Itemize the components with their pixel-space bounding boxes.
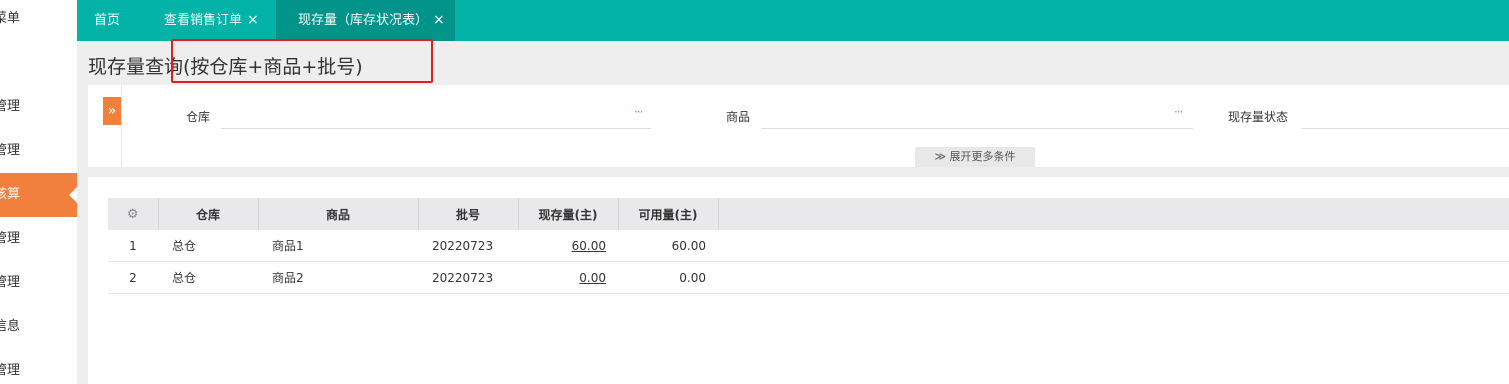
row-index: 2 [108, 261, 158, 294]
cell-product: 商品1 [258, 230, 418, 262]
sidebar-item-accounting[interactable]: 核算 [0, 173, 77, 217]
status-label: 现存量状态 [1228, 110, 1289, 124]
content-panel: ⚙ 仓库 商品 批号 现存量(主) 可用量(主) 1 总仓 商品1 202207… [88, 177, 1509, 384]
expand-more-conditions-button[interactable]: ≫ 展开更多条件 [915, 147, 1035, 167]
column-header[interactable]: 批号 [418, 198, 519, 230]
status-input[interactable] [1302, 103, 1509, 129]
product-input[interactable] [761, 103, 1193, 129]
column-header[interactable]: 可用量(主) [618, 198, 719, 230]
cell-empty [718, 230, 1509, 262]
expand-filter-button[interactable]: » [103, 97, 121, 125]
cell-available: 60.00 [618, 230, 718, 262]
close-icon[interactable]: × [247, 12, 259, 28]
sidebar-item-7[interactable]: 管理 [0, 349, 77, 384]
cell-empty [718, 261, 1509, 294]
onhand-link[interactable]: 60.00 [572, 239, 606, 253]
annotation-highlight-box [171, 39, 433, 83]
onhand-link[interactable]: 0.00 [579, 271, 606, 285]
column-header-empty [718, 198, 1509, 230]
cell-onhand: 60.00 [518, 230, 618, 262]
tab-label: 现存量（库存状况表） [298, 13, 429, 28]
sidebar-item-1[interactable]: 管理 [0, 85, 77, 129]
tab-home[interactable]: 首页 [94, 0, 120, 41]
sidebar-item-5[interactable]: 管理 [0, 261, 77, 305]
cell-available: 0.00 [618, 261, 718, 294]
column-header[interactable]: 仓库 [158, 198, 259, 230]
cell-warehouse: 总仓 [158, 261, 258, 294]
tab-sales-order[interactable]: 查看销售订单 × [164, 0, 259, 41]
close-icon[interactable]: × [433, 12, 445, 28]
table-header: ⚙ 仓库 商品 批号 现存量(主) 可用量(主) [108, 198, 1509, 230]
tab-onhand[interactable]: 现存量（库存状况表） × [276, 0, 455, 41]
column-settings[interactable]: ⚙ [108, 198, 159, 230]
gear-icon[interactable]: ⚙ [127, 207, 139, 222]
sidebar-item-2[interactable]: 管理 [0, 129, 77, 173]
table-row[interactable]: 1 总仓 商品1 20220723 60.00 60.00 [108, 230, 1509, 262]
column-header[interactable]: 现存量(主) [518, 198, 619, 230]
cell-warehouse: 总仓 [158, 230, 258, 262]
tab-label: 首页 [94, 13, 121, 28]
sidebar-item-4[interactable]: 管理 [0, 217, 77, 261]
column-header[interactable]: 商品 [258, 198, 419, 230]
more-icon[interactable]: ··· [1174, 105, 1184, 119]
divider [121, 85, 122, 167]
tab-label: 查看销售订单 [164, 13, 243, 28]
more-icon[interactable]: ··· [634, 105, 644, 119]
filter-panel: » 仓库 ··· 商品 ··· 现存量状态 ≫ 展开更多条件 [88, 85, 1509, 167]
cell-batch: 20220723 [418, 261, 518, 294]
sidebar: 菜单 管理 管理 核算 管理 管理 信息 管理 [0, 0, 77, 384]
sidebar-item-menu[interactable]: 菜单 [0, 0, 77, 41]
tab-bar: 首页 查看销售订单 × 现存量（库存状况表） × [77, 0, 1509, 41]
table-row[interactable]: 2 总仓 商品2 20220723 0.00 0.00 [108, 261, 1509, 294]
cell-product: 商品2 [258, 261, 418, 294]
cell-batch: 20220723 [418, 230, 518, 262]
cell-onhand: 0.00 [518, 261, 618, 294]
warehouse-input[interactable] [221, 103, 651, 129]
product-label: 商品 [726, 110, 751, 124]
warehouse-label: 仓库 [186, 110, 211, 124]
row-index: 1 [108, 230, 158, 262]
data-table: ⚙ 仓库 商品 批号 现存量(主) 可用量(主) 1 总仓 商品1 202207… [108, 198, 1509, 294]
sidebar-item-6[interactable]: 信息 [0, 305, 77, 349]
